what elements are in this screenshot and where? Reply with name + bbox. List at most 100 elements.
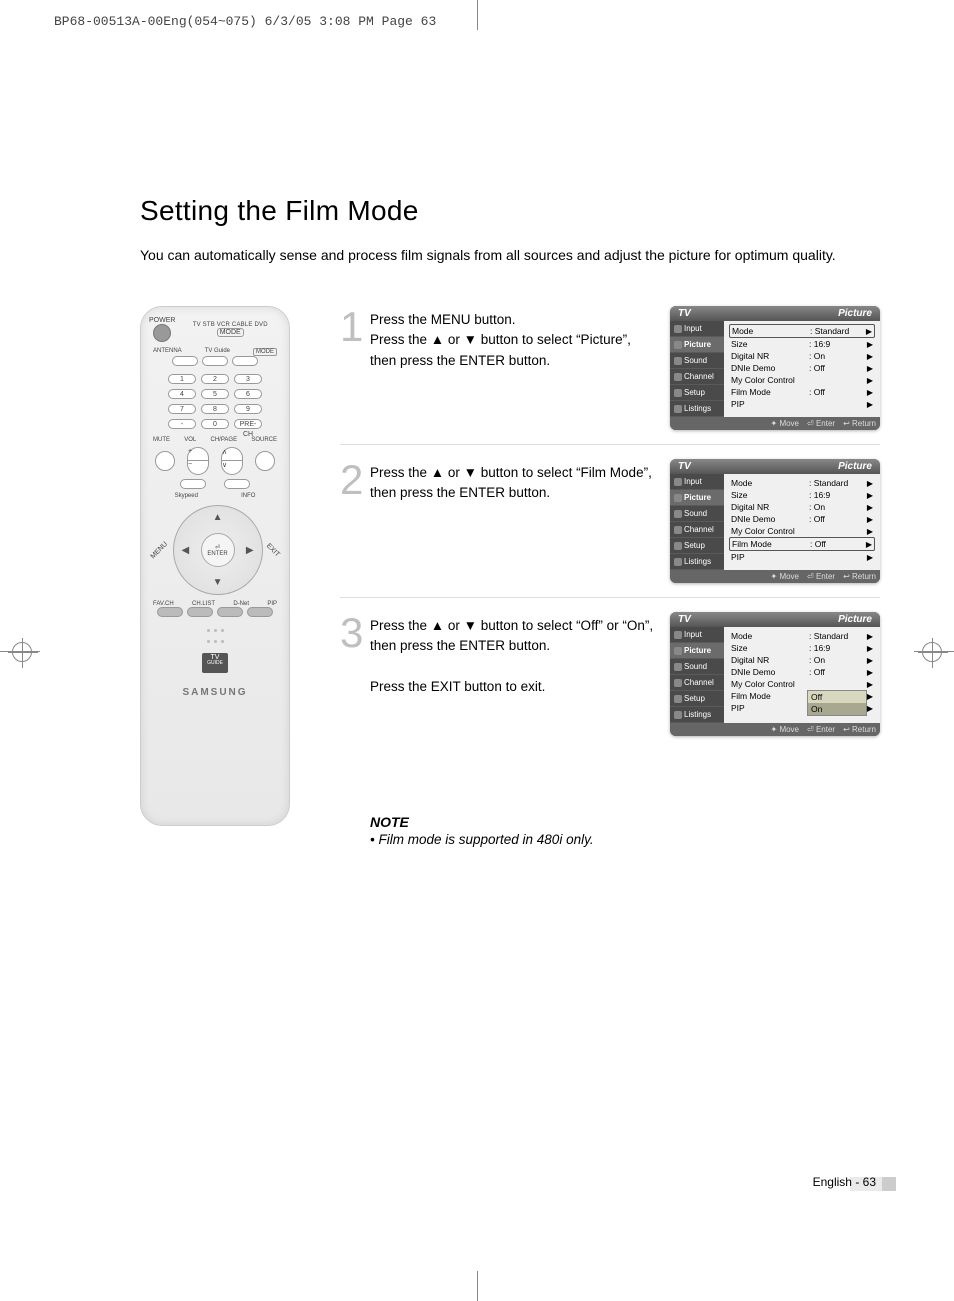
source-label: SOURCE [251, 437, 277, 443]
osd-row: Digital NR: On▶ [729, 501, 875, 513]
osd-row: DNIe Demo: Off▶ [729, 362, 875, 374]
crop-mark-top [477, 0, 478, 30]
tvguide-logo: TV GUIDE [202, 653, 228, 673]
osd-foot-item: ✦ Move [771, 419, 800, 428]
osd-foot-item: ⏎ Enter [807, 572, 835, 581]
osd-side-item: Picture [670, 337, 724, 353]
numpad-key: 9 [234, 404, 262, 414]
osd-title-right: Picture [838, 614, 872, 625]
numpad: 123456789-0PRE-CH [168, 374, 262, 429]
osd-foot-item: ⏎ Enter [807, 725, 835, 734]
osd-side-item: Input [670, 321, 724, 337]
numpad-key: 7 [168, 404, 196, 414]
osd-footer: ✦ Move ⏎ Enter ↩ Return [670, 417, 880, 430]
osd-side-item: Setup [670, 538, 724, 554]
numpad-key: 8 [201, 404, 229, 414]
osd-side-item: Picture [670, 490, 724, 506]
osd-row: My Color Control▶ [729, 678, 875, 690]
osd-row: Digital NR: On▶ [729, 654, 875, 666]
osd-foot-item: ↩ Return [843, 419, 876, 428]
osd-title-left: TV [678, 614, 691, 625]
osd-row: DNIe Demo: Off▶ [729, 666, 875, 678]
osd-side-item: Listings [670, 401, 724, 417]
down-arrow-icon: ▼ [213, 577, 223, 588]
osd-foot-item: ✦ Move [771, 725, 800, 734]
tvguide-label: TV Guide [205, 348, 230, 356]
registration-mark-right [922, 642, 942, 662]
osd-row: Film Mode: Off▶ [729, 386, 875, 398]
osd-side-item: Sound [670, 506, 724, 522]
osd-row: Size: 16:9▶ [729, 642, 875, 654]
numpad-key: 3 [234, 374, 262, 384]
brand-label: SAMSUNG [182, 687, 247, 698]
step-text: Press the ▲ or ▼ button to select “Off” … [370, 612, 670, 697]
osd-side-item: Channel [670, 522, 724, 538]
osd-foot-item: ⏎ Enter [807, 419, 835, 428]
page-number: English - 63 [813, 1175, 876, 1189]
note-block: NOTE• Film mode is supported in 480i onl… [340, 814, 880, 847]
osd-title-right: Picture [838, 308, 872, 319]
power-label: POWER [149, 317, 175, 324]
osd-row: Film Mode: Off▶ [729, 537, 875, 551]
osd-side-item: Listings [670, 554, 724, 570]
osd-row: My Color Control▶ [729, 374, 875, 386]
osd-row: Mode: Standard▶ [729, 324, 875, 338]
note-text: • Film mode is supported in 480i only. [370, 832, 880, 847]
osd-panel: TVPictureInputPictureSoundChannelSetupLi… [670, 612, 880, 736]
info-button [224, 479, 250, 489]
osd-title-left: TV [678, 308, 691, 319]
osd-side-item: Listings [670, 707, 724, 723]
osd-footer: ✦ Move⏎ Enter↩ Return [670, 570, 880, 583]
numpad-key: 2 [201, 374, 229, 384]
dpad: ▲ ▼ ◀ ▶ ⏎ ENTER [173, 505, 263, 595]
osd-row: Mode: Standard▶ [729, 630, 875, 642]
vol-rocker: +− [187, 447, 209, 475]
mode-caption: MODE [217, 328, 244, 337]
source-button [255, 451, 275, 471]
left-arrow-icon: ◀ [182, 545, 190, 556]
numpad-key: PRE-CH [234, 419, 262, 429]
osd-option: On [808, 703, 866, 715]
osd-side-item: Channel [670, 369, 724, 385]
mute-button [155, 451, 175, 471]
osd-row: Digital NR: On▶ [729, 350, 875, 362]
osd-panel: TVPictureInputPictureSoundChannelSetupLi… [670, 459, 880, 583]
osd-row: DNIe Demo: Off▶ [729, 513, 875, 525]
right-arrow-icon: ▶ [246, 545, 254, 556]
osd-foot-item: ↩ Return [843, 572, 876, 581]
page-title: Setting the Film Mode [140, 195, 880, 227]
crop-mark-bottom [477, 1271, 478, 1301]
exit-label: EXIT [265, 542, 281, 558]
numpad-key: - [168, 419, 196, 429]
chpage-label: CH/PAGE [211, 437, 238, 443]
menu-label: MENU [150, 540, 170, 560]
osd-side-item: Sound [670, 353, 724, 369]
osd-side-item: Setup [670, 385, 724, 401]
numpad-key: 1 [168, 374, 196, 384]
enter-button: ⏎ ENTER [201, 533, 235, 567]
osd-row: Size: 16:9▶ [729, 338, 875, 350]
antenna-label: ANTENNA [153, 348, 182, 356]
step: 3Press the ▲ or ▼ button to select “Off”… [340, 612, 880, 750]
osd-side-item: Channel [670, 675, 724, 691]
osd-row: PIP▶ [729, 398, 875, 410]
step: 2Press the ▲ or ▼ button to select “Film… [340, 459, 880, 598]
osd-row: My Color Control▶ [729, 525, 875, 537]
ch-rocker: ∧∨ [221, 447, 243, 475]
osd-options: OffOn [807, 690, 867, 716]
osd-title-right: Picture [838, 461, 872, 472]
numpad-key: 0 [201, 419, 229, 429]
step-number: 1 [340, 308, 370, 346]
intro-text: You can automatically sense and process … [140, 245, 880, 266]
osd-title-left: TV [678, 461, 691, 472]
mute-label: MUTE [153, 437, 170, 443]
mode-box: MODE [253, 348, 277, 356]
numpad-key: 4 [168, 389, 196, 399]
step-text: Press the ▲ or ▼ button to select “Film … [370, 459, 670, 504]
osd-row: PIP▶ [729, 551, 875, 563]
osd-side-item: Input [670, 474, 724, 490]
numpad-key: 5 [201, 389, 229, 399]
print-header: BP68-00513A-00Eng(054~075) 6/3/05 3:08 P… [54, 14, 436, 29]
registration-mark-left [12, 642, 32, 662]
osd-side-item: Setup [670, 691, 724, 707]
